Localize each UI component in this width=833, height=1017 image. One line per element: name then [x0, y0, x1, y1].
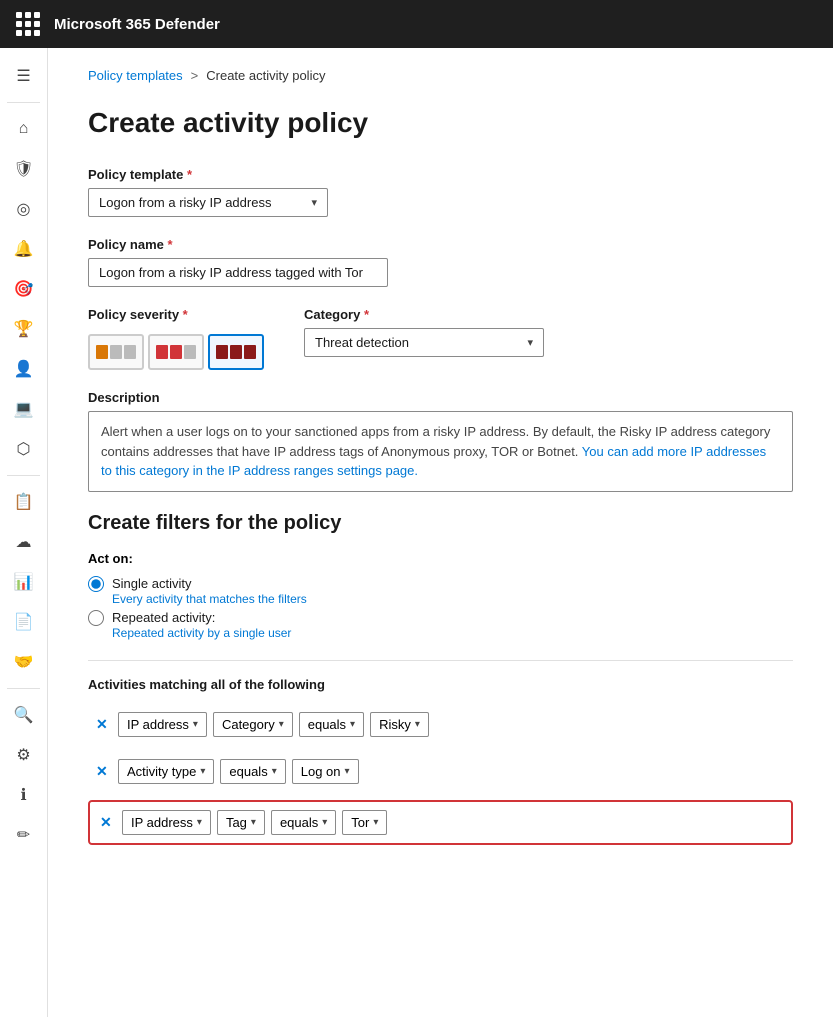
description-section: Description Alert when a user logs on to…	[88, 390, 793, 492]
single-activity-label: Single activity	[112, 576, 191, 591]
policy-template-select[interactable]: Logon from a risky IP address ▾	[88, 188, 328, 217]
shield-icon[interactable]: 🛡	[6, 151, 42, 187]
search-icon[interactable]: 🔍	[6, 697, 42, 733]
filter-row-2-col2-arrow: ▾	[272, 766, 277, 777]
filter-row-1-col3-arrow: ▾	[350, 719, 355, 730]
app-title: Microsoft 365 Defender	[54, 16, 220, 33]
filter-row-2-col2[interactable]: equals ▾	[220, 759, 285, 784]
filter-row-1-col3[interactable]: equals ▾	[299, 712, 364, 737]
radio-group: Single activity Every activity that matc…	[88, 576, 793, 640]
info-icon[interactable]: ℹ	[6, 777, 42, 813]
sidebar-divider-2	[7, 475, 40, 476]
severity-buttons	[88, 334, 264, 370]
filter-row-3: ✕ IP address ▾ Tag ▾ equals ▾ Tor ▾	[88, 800, 793, 845]
repeated-activity-label: Repeated activity:	[112, 610, 215, 625]
section-divider	[88, 660, 793, 661]
hunt-icon[interactable]: 🎯	[6, 271, 42, 307]
policy-icon[interactable]: 📋	[6, 484, 42, 520]
report-icon[interactable]: 📄	[6, 604, 42, 640]
filter-row-3-col4-arrow: ▾	[373, 817, 378, 828]
cloud-icon[interactable]: ☁	[6, 524, 42, 560]
policy-name-section: Policy name	[88, 237, 793, 287]
single-activity-sublabel: Every activity that matches the filters	[112, 592, 793, 606]
filter-row-3-remove[interactable]: ✕	[100, 814, 116, 831]
repeated-activity-radio[interactable]	[88, 610, 104, 626]
severity-group: Policy severity	[88, 307, 264, 370]
user-icon[interactable]: 👤	[6, 351, 42, 387]
nodes-icon[interactable]: ⬡	[6, 431, 42, 467]
filter-row-1: ✕ IP address ▾ Category ▾ equals ▾ Risky…	[88, 706, 793, 743]
topbar: Microsoft 365 Defender	[0, 0, 833, 48]
filter-row-3-col3-arrow: ▾	[322, 817, 327, 828]
filter-row-3-col3[interactable]: equals ▾	[271, 810, 336, 835]
filter-row-1-col1[interactable]: IP address ▾	[118, 712, 207, 737]
category-group: Category Threat detection ▾	[304, 307, 544, 357]
single-activity-option: Single activity Every activity that matc…	[88, 576, 793, 606]
device-icon[interactable]: 💻	[6, 391, 42, 427]
category-value: Threat detection	[315, 335, 409, 350]
app-grid-icon[interactable]	[16, 12, 40, 36]
filter-row-3-col2[interactable]: Tag ▾	[217, 810, 265, 835]
activities-label: Activities matching all of the following	[88, 677, 793, 692]
filter-row-2: ✕ Activity type ▾ equals ▾ Log on ▾	[88, 753, 793, 790]
act-on-label: Act on:	[88, 551, 793, 566]
sidebar: ☰ ⌂ 🛡 ◎ 🔔 🎯 🏆 👤 💻 ⬡ 📋 ☁ 📊 📄 🤝 🔍 ⚙ ℹ ✏	[0, 48, 48, 1017]
filter-row-1-col2-arrow: ▾	[279, 719, 284, 730]
category-select[interactable]: Threat detection ▾	[304, 328, 544, 357]
filter-row-1-remove[interactable]: ✕	[96, 716, 112, 733]
single-activity-radio[interactable]	[88, 576, 104, 592]
severity-low-button[interactable]	[88, 334, 144, 370]
category-label: Category	[304, 307, 544, 322]
chart-icon[interactable]: 📊	[6, 564, 42, 600]
filter-row-3-col1[interactable]: IP address ▾	[122, 810, 211, 835]
filter-row-3-col2-arrow: ▾	[251, 817, 256, 828]
settings-icon[interactable]: ⚙	[6, 737, 42, 773]
filters-title: Create filters for the policy	[88, 512, 793, 535]
category-arrow-icon: ▾	[527, 336, 533, 349]
filter-row-2-col3-arrow: ▾	[345, 766, 350, 777]
filter-row-1-col2[interactable]: Category ▾	[213, 712, 293, 737]
description-label: Description	[88, 390, 793, 405]
content-area: Policy templates > Create activity polic…	[48, 48, 833, 1017]
repeated-activity-option: Repeated activity: Repeated activity by …	[88, 610, 793, 640]
filter-row-1-col4[interactable]: Risky ▾	[370, 712, 429, 737]
policy-template-label: Policy template	[88, 167, 793, 182]
breadcrumb: Policy templates > Create activity polic…	[88, 68, 793, 83]
filter-row-2-remove[interactable]: ✕	[96, 763, 112, 780]
description-box: Alert when a user logs on to your sancti…	[88, 411, 793, 492]
home-icon[interactable]: ⌂	[6, 111, 42, 147]
severity-label: Policy severity	[88, 307, 264, 322]
edit-icon[interactable]: ✏	[6, 817, 42, 853]
policy-name-input[interactable]	[88, 258, 388, 287]
breadcrumb-separator: >	[191, 68, 199, 83]
filter-row-2-col1[interactable]: Activity type ▾	[118, 759, 214, 784]
partner-icon[interactable]: 🤝	[6, 644, 42, 680]
breadcrumb-policy-templates[interactable]: Policy templates	[88, 68, 183, 83]
severity-high-button[interactable]	[208, 334, 264, 370]
repeated-activity-sublabel: Repeated activity by a single user	[112, 626, 793, 640]
severity-medium-button[interactable]	[148, 334, 204, 370]
breadcrumb-current: Create activity policy	[206, 68, 325, 83]
trophy-icon[interactable]: 🏆	[6, 311, 42, 347]
menu-icon[interactable]: ☰	[6, 58, 42, 94]
filter-row-2-col3[interactable]: Log on ▾	[292, 759, 359, 784]
filter-row-2-col1-arrow: ▾	[200, 766, 205, 777]
sidebar-divider-3	[7, 688, 40, 689]
page-title: Create activity policy	[88, 107, 793, 139]
policy-name-label: Policy name	[88, 237, 793, 252]
filter-row-1-col4-arrow: ▾	[415, 719, 420, 730]
radar-icon[interactable]: ◎	[6, 191, 42, 227]
policy-template-arrow-icon: ▾	[311, 196, 317, 209]
policy-template-section: Policy template Logon from a risky IP ad…	[88, 167, 793, 217]
policy-template-value: Logon from a risky IP address	[99, 195, 271, 210]
filter-row-1-col1-arrow: ▾	[193, 719, 198, 730]
sidebar-divider-1	[7, 102, 40, 103]
alert-icon[interactable]: 🔔	[6, 231, 42, 267]
filter-row-3-col4[interactable]: Tor ▾	[342, 810, 387, 835]
filter-row-3-col1-arrow: ▾	[197, 817, 202, 828]
severity-category-row: Policy severity	[88, 307, 793, 370]
